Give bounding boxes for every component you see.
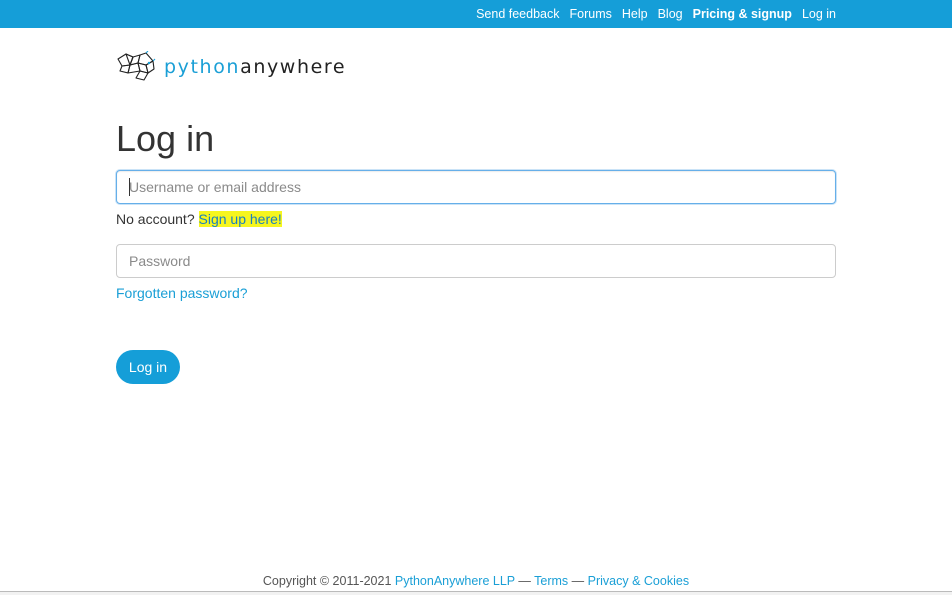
terms-link[interactable]: Terms <box>534 574 568 588</box>
send-feedback-link[interactable]: Send feedback <box>476 0 559 28</box>
text-cursor <box>129 178 130 196</box>
page-title: Log in <box>116 118 215 159</box>
no-account-text: No account? <box>116 211 195 227</box>
signup-link[interactable]: Sign up here! <box>198 211 282 227</box>
footer: Copyright © 2011-2021 PythonAnywhere LLP… <box>0 573 952 589</box>
forgotten-password-link[interactable]: Forgotten password? <box>116 284 248 302</box>
username-input[interactable] <box>116 170 836 204</box>
privacy-cookies-link[interactable]: Privacy & Cookies <box>588 574 689 588</box>
pricing-signup-link[interactable]: Pricing & signup <box>693 0 792 28</box>
password-input[interactable] <box>116 244 836 278</box>
pythonanywhere-logo[interactable]: pythonanywhere <box>116 51 346 83</box>
logo-python-text: python <box>164 56 241 78</box>
company-link[interactable]: PythonAnywhere LLP <box>395 574 515 588</box>
logo-wordmark: pythonanywhere <box>164 53 346 81</box>
logo-anywhere-text: anywhere <box>240 56 347 78</box>
signup-prompt: No account? Sign up here! <box>116 210 282 228</box>
window-bottom-edge <box>0 591 952 595</box>
login-button[interactable]: Log in <box>116 350 180 384</box>
footer-separator: — <box>571 574 585 588</box>
nav-login-link[interactable]: Log in <box>802 0 836 28</box>
python-snake-logo-icon <box>117 51 156 81</box>
copyright-text: Copyright © 2011-2021 <box>262 574 392 588</box>
footer-separator: — <box>518 574 531 588</box>
top-navigation-bar: Send feedback Forums Help Blog Pricing &… <box>0 0 952 28</box>
blog-link[interactable]: Blog <box>658 0 683 28</box>
forums-link[interactable]: Forums <box>570 0 612 28</box>
help-link[interactable]: Help <box>622 0 648 28</box>
